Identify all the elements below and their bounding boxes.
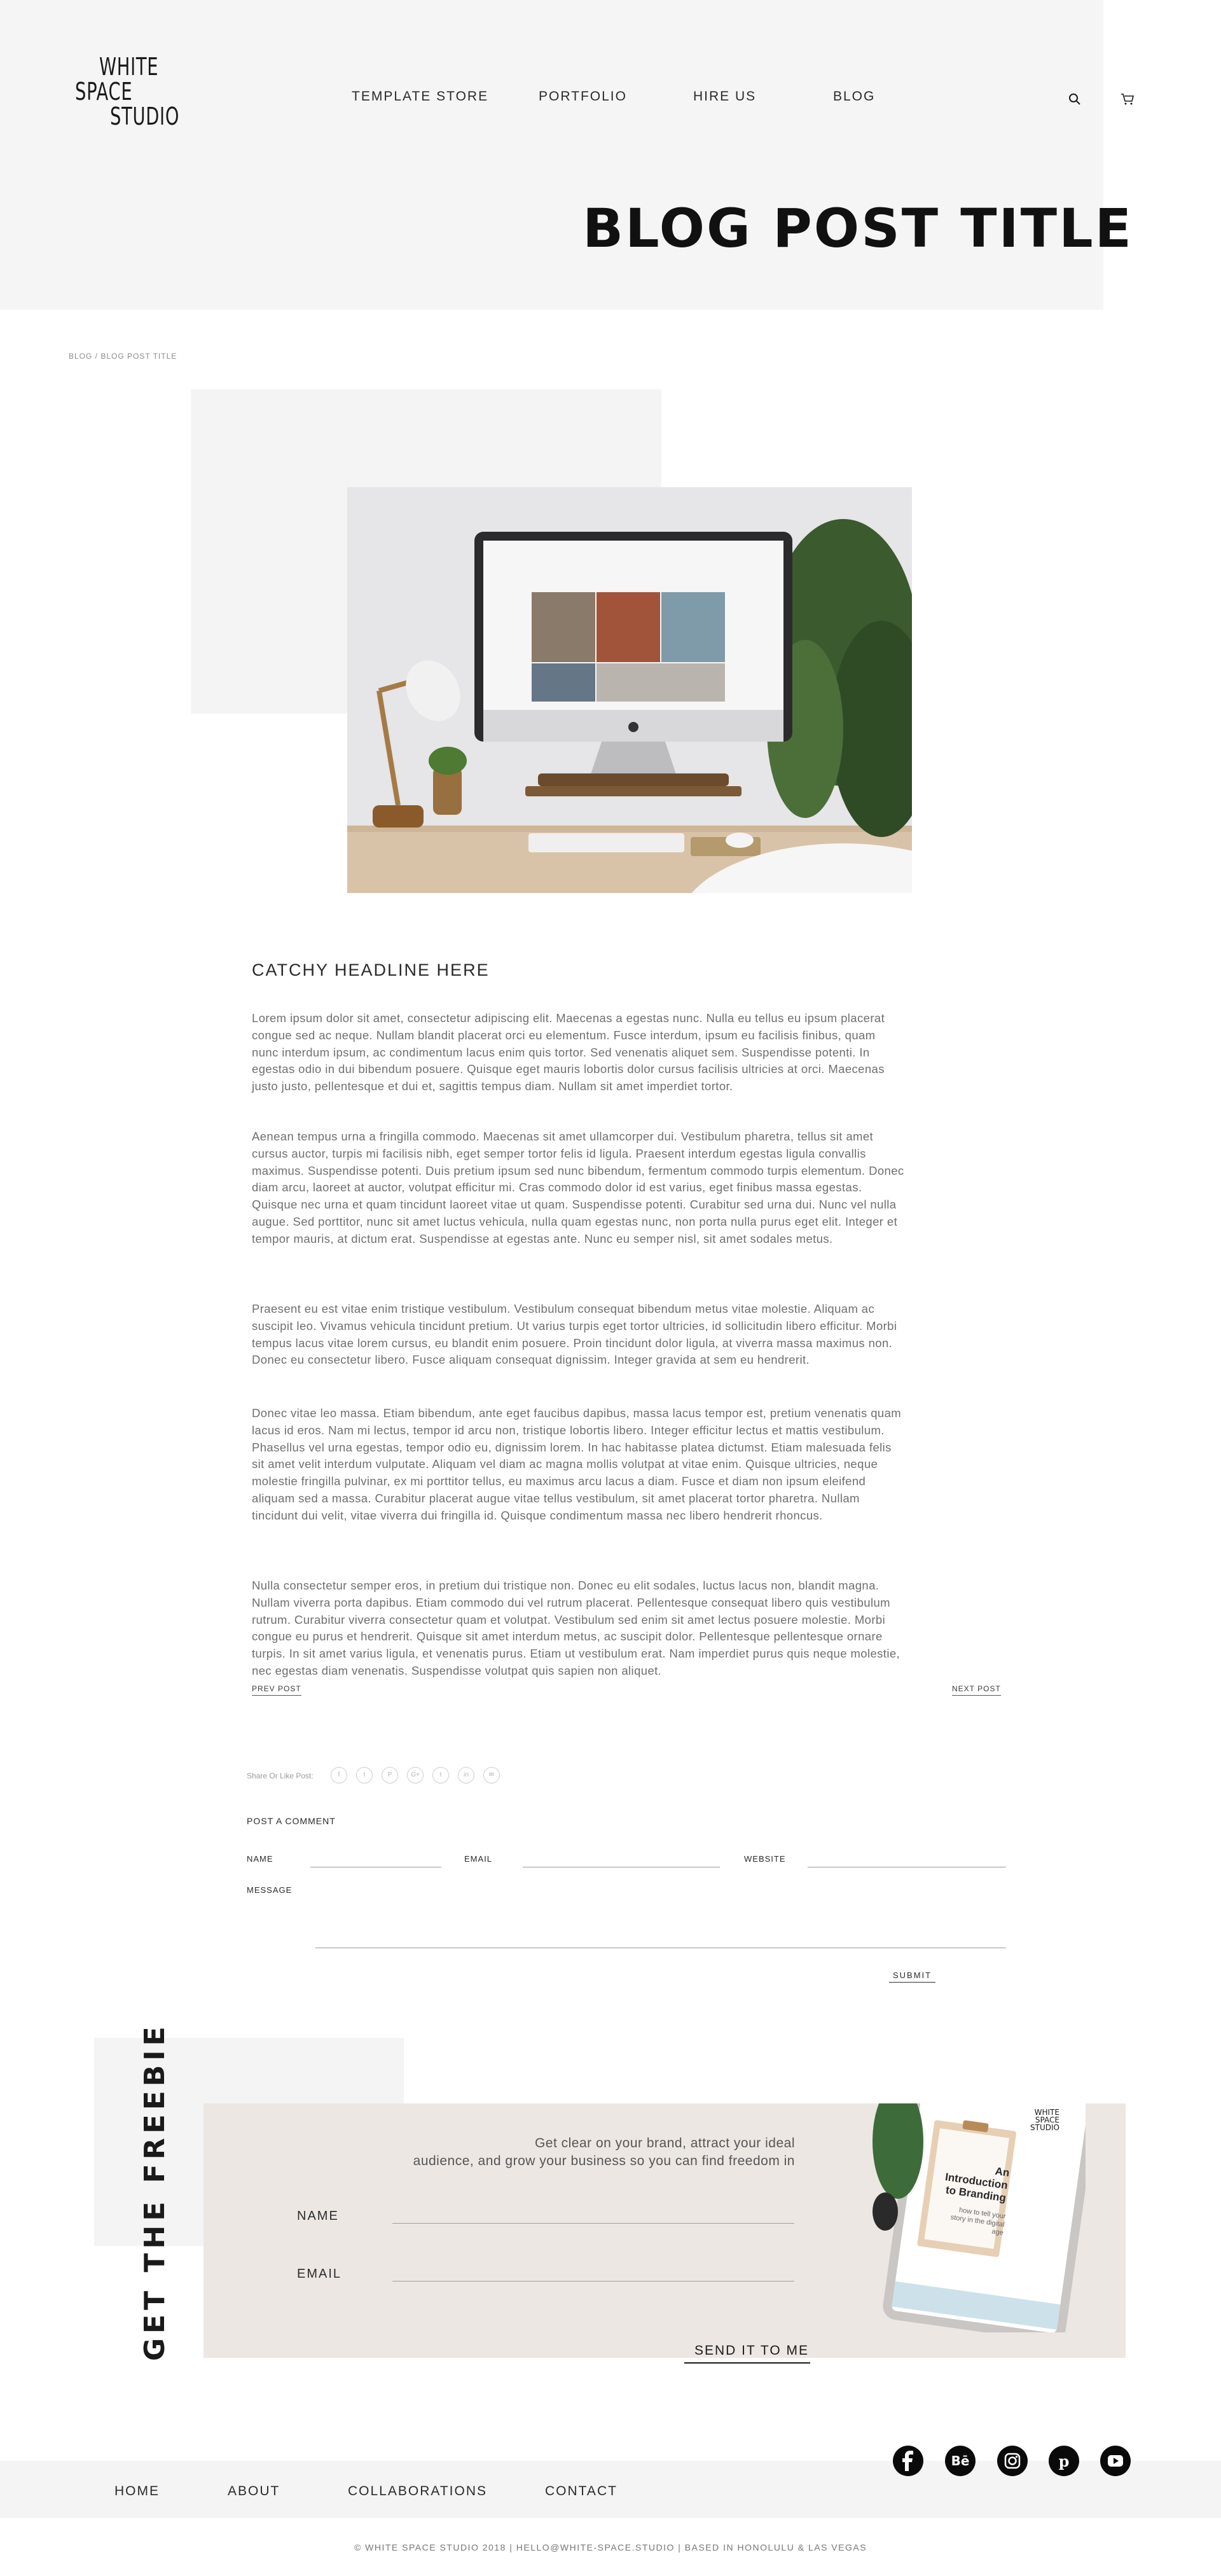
search-icon[interactable] [1068,93,1081,106]
youtube-icon[interactable] [1100,2446,1131,2476]
article-paragraph: Nulla consectetur semper eros, in pretiu… [252,1579,900,1677]
nav-blog[interactable]: BLOG [833,89,875,104]
footer-nav-contact[interactable]: CONTACT [545,2484,617,2499]
freebie-title: GET THE FREEBIE [134,2022,172,2361]
freebie-name-input[interactable] [392,2204,794,2224]
facebook-share-icon[interactable]: f [331,1767,347,1783]
freebie-tablet-mockup: WHITE SPACE STUDIO An Introduction to Br… [866,2103,1086,2332]
nav-portfolio[interactable]: PORTFOLIO [539,89,627,104]
article-paragraph: Aenean tempus urna a fringilla commodo. … [252,1130,904,1245]
tablet-logo: WHITE SPACE STUDIO [1030,2109,1059,2131]
facebook-icon[interactable] [893,2446,923,2476]
header-background [0,0,1103,310]
freebie-desc-line: audience, and grow your business so you … [413,2154,795,2168]
prev-post-link[interactable]: PREV POST [252,1684,301,1696]
message-label: MESSAGE [247,1885,293,1895]
freebie-email-input[interactable] [392,2262,794,2282]
pinterest-icon[interactable]: p [1049,2446,1079,2476]
behance-icon[interactable]: Bē [945,2446,976,2476]
freebie-title-text: GET THE FREEBIE [139,2022,171,2361]
comment-website-input[interactable] [808,1849,1006,1867]
freebie-desc-line: Get clear on your brand, attract your id… [534,2136,795,2150]
send-freebie-button[interactable]: SEND IT TO ME [684,2343,811,2364]
logo-line-3: STUDIO [110,102,180,130]
cart-icon[interactable] [1121,93,1135,106]
svg-text:p: p [1059,2452,1070,2470]
logo-line-2: SPACE [75,77,133,106]
tumblr-share-icon[interactable]: t [432,1767,449,1783]
website-label: WEBSITE [744,1854,786,1864]
nav-template-store[interactable]: TEMPLATE STORE [352,89,488,104]
footer-nav-collaborations[interactable]: COLLABORATIONS [348,2484,487,2499]
nav-hire-us[interactable]: HIRE US [693,89,756,104]
article-paragraph: Lorem ipsum dolor sit amet, consectetur … [252,1011,885,1093]
email-label: EMAIL [464,1854,493,1864]
comment-email-input[interactable] [523,1849,720,1867]
article-paragraph: Donec vitae leo massa. Etiam bibendum, a… [252,1406,902,1522]
freebie-email-label: EMAIL [297,2267,342,2281]
svg-text:Bē: Bē [951,2453,970,2469]
site-logo[interactable]: WHITE SPACE STUDIO [75,55,190,128]
post-comment-heading: POST A COMMENT [247,1816,336,1826]
article-paragraph: Praesent eu est vitae enim tristique ves… [252,1302,897,1367]
instagram-icon[interactable] [997,2446,1028,2476]
tablet-logo-line: STUDIO [1030,2123,1059,2132]
next-post-link[interactable]: NEXT POST [952,1684,1001,1696]
page-title: BLOG POST TITLE [583,197,1133,260]
share-label: Share Or Like Post: [247,1771,314,1780]
breadcrumb[interactable]: BLOG / BLOG POST TITLE [69,352,177,361]
freebie-name-label: NAME [297,2209,339,2223]
footer-nav-about[interactable]: ABOUT [228,2484,280,2499]
featured-image [347,487,912,893]
submit-comment-button[interactable]: SUBMIT [889,1970,936,1983]
copyright-text: © WHITE SPACE STUDIO 2018 | HELLO@WHITE-… [354,2542,867,2552]
comment-message-input[interactable] [315,1888,1006,1948]
twitter-share-icon[interactable]: t [356,1767,373,1783]
article-headline: CATCHY HEADLINE HERE [252,960,490,980]
freebie-description: Get clear on your brand, attract your id… [394,2135,795,2170]
comment-name-input[interactable] [310,1849,441,1867]
logo-line-1: WHITE [99,53,159,81]
google-plus-share-icon[interactable]: G+ [407,1767,424,1783]
footer-nav-home[interactable]: HOME [114,2484,160,2499]
pinterest-share-icon[interactable]: P [382,1767,398,1783]
linkedin-share-icon[interactable]: in [458,1767,474,1783]
name-label: NAME [247,1854,273,1864]
email-share-icon[interactable]: ✉ [483,1767,500,1783]
